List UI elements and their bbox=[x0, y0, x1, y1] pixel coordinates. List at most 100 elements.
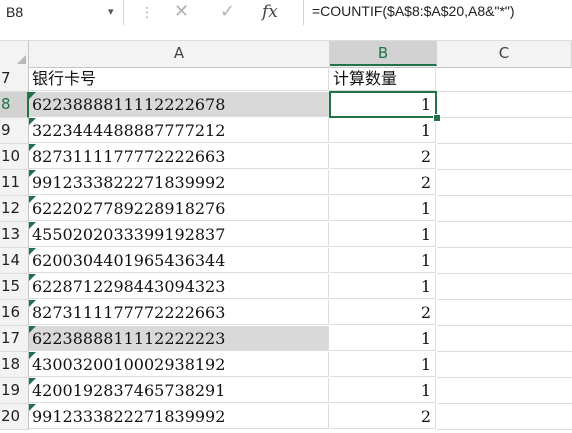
row-number[interactable]: 7 bbox=[1, 66, 11, 91]
cell-a[interactable]: 8273111177772222663 bbox=[29, 144, 329, 169]
cell-b-text[interactable]: 1 bbox=[421, 381, 431, 400]
row-header[interactable]: 18 bbox=[0, 352, 29, 378]
cell-a-text[interactable]: 9912333822271839992 bbox=[32, 173, 225, 192]
cell-a[interactable]: 8273111177772222663 bbox=[29, 300, 329, 325]
cell-b[interactable]: 计算数量 bbox=[330, 66, 436, 91]
row-number[interactable]: 17 bbox=[1, 326, 20, 351]
row-header[interactable]: 20 bbox=[0, 404, 29, 430]
row-number[interactable]: 16 bbox=[1, 300, 20, 325]
cell-c[interactable] bbox=[437, 300, 572, 326]
cell-c[interactable] bbox=[437, 170, 572, 196]
row-number[interactable]: 12 bbox=[1, 196, 20, 221]
cell-b[interactable]: 1 bbox=[330, 326, 436, 351]
cell-b-text[interactable]: 1 bbox=[421, 329, 431, 348]
select-all-button[interactable] bbox=[0, 41, 29, 66]
cell-a[interactable]: 4200192837465738291 bbox=[29, 378, 329, 403]
cell-b-text[interactable]: 2 bbox=[421, 407, 431, 426]
cell-c[interactable] bbox=[437, 92, 572, 118]
cell-b-text[interactable]: 1 bbox=[421, 199, 431, 218]
name-box[interactable]: B8 ▾ bbox=[0, 0, 124, 25]
row-number[interactable]: 8 bbox=[1, 92, 11, 117]
cell-c[interactable] bbox=[437, 378, 572, 404]
cell-a[interactable]: 4550202033399192837 bbox=[29, 222, 329, 247]
cell-b-text[interactable]: 计算数量 bbox=[333, 69, 397, 88]
cell-b-text[interactable]: 2 bbox=[421, 173, 431, 192]
row-header[interactable]: 8 bbox=[0, 92, 29, 118]
row-header[interactable]: 10 bbox=[0, 144, 29, 170]
cell-b-text[interactable]: 1 bbox=[421, 121, 431, 140]
drag-handle-icon[interactable]: ⋮ bbox=[140, 4, 154, 21]
cell-a[interactable]: 6222027789228918276 bbox=[29, 196, 329, 221]
cell-a-text[interactable]: 9912333822271839992 bbox=[32, 407, 225, 426]
cell-c[interactable] bbox=[437, 118, 572, 144]
column-header-c[interactable]: C bbox=[437, 41, 572, 66]
cell-c[interactable] bbox=[437, 326, 572, 352]
row-number[interactable]: 13 bbox=[1, 222, 20, 247]
cell-b[interactable]: 2 bbox=[330, 144, 436, 169]
row-header[interactable]: 17 bbox=[0, 326, 29, 352]
row-number[interactable]: 11 bbox=[1, 170, 20, 195]
cell-b[interactable]: 1 bbox=[330, 196, 436, 221]
row-number[interactable]: 20 bbox=[1, 404, 20, 429]
column-header-a[interactable]: A bbox=[29, 41, 330, 66]
cancel-icon[interactable]: ✕ bbox=[174, 1, 189, 22]
cell-b[interactable]: 1 bbox=[330, 378, 436, 403]
formula-text[interactable]: =COUNTIF($A$8:$A$20,A8&"*") bbox=[312, 3, 515, 19]
cell-b[interactable]: 2 bbox=[330, 300, 436, 325]
cell-a-text[interactable]: 6200304401965436344 bbox=[32, 251, 225, 270]
cell-b[interactable]: 2 bbox=[330, 170, 436, 195]
row-header[interactable]: 12 bbox=[0, 196, 29, 222]
cell-a-text[interactable]: 4200192837465738291 bbox=[32, 381, 225, 400]
cell-a[interactable]: 9912333822271839992 bbox=[29, 170, 329, 195]
cell-b-text[interactable]: 2 bbox=[421, 147, 431, 166]
row-number[interactable]: 14 bbox=[1, 248, 20, 273]
row-number[interactable]: 18 bbox=[1, 352, 20, 377]
row-header[interactable]: 11 bbox=[0, 170, 29, 196]
cell-b[interactable]: 1 bbox=[330, 92, 436, 117]
cell-c[interactable] bbox=[437, 196, 572, 222]
cell-c[interactable] bbox=[437, 274, 572, 300]
fill-handle[interactable] bbox=[433, 114, 441, 122]
cell-a-text[interactable]: 4300320010002938192 bbox=[32, 355, 225, 374]
cell-c[interactable] bbox=[437, 352, 572, 378]
cell-a[interactable]: 6223888811112222678 bbox=[29, 92, 329, 117]
cell-b-text[interactable]: 1 bbox=[421, 225, 431, 244]
cell-a-text[interactable]: 银行卡号 bbox=[32, 69, 96, 88]
name-box-value[interactable]: B8 bbox=[6, 4, 23, 20]
cell-b[interactable]: 1 bbox=[330, 118, 436, 143]
enter-icon[interactable]: ✓ bbox=[220, 1, 235, 22]
cell-a[interactable]: 6223888811112222223 bbox=[29, 326, 329, 351]
row-header[interactable]: 19 bbox=[0, 378, 29, 404]
cell-a-text[interactable]: 6223888811112222678 bbox=[32, 95, 225, 114]
row-number[interactable]: 15 bbox=[1, 274, 20, 299]
cell-b[interactable]: 1 bbox=[330, 248, 436, 273]
cell-b-text[interactable]: 1 bbox=[421, 95, 431, 114]
row-number[interactable]: 19 bbox=[1, 378, 20, 403]
row-number[interactable]: 9 bbox=[1, 118, 11, 143]
cell-b[interactable]: 1 bbox=[330, 222, 436, 247]
cell-a[interactable]: 6200304401965436344 bbox=[29, 248, 329, 273]
cell-c[interactable] bbox=[437, 222, 572, 248]
cell-a[interactable]: 4300320010002938192 bbox=[29, 352, 329, 377]
row-header[interactable]: 15 bbox=[0, 274, 29, 300]
row-header[interactable]: 14 bbox=[0, 248, 29, 274]
cell-a[interactable]: 9912333822271839992 bbox=[29, 404, 329, 429]
cell-a[interactable]: 银行卡号 bbox=[29, 66, 329, 91]
cell-a[interactable]: 3223444488887777212 bbox=[29, 118, 329, 143]
cell-b-text[interactable]: 2 bbox=[421, 303, 431, 322]
cell-b[interactable]: 1 bbox=[330, 352, 436, 377]
cell-b-text[interactable]: 1 bbox=[421, 355, 431, 374]
cell-a-text[interactable]: 6228712298443094323 bbox=[32, 277, 225, 296]
formula-input[interactable]: =COUNTIF($A$8:$A$20,A8&"*") bbox=[303, 0, 572, 25]
cell-a-text[interactable]: 4550202033399192837 bbox=[32, 225, 225, 244]
cell-b[interactable]: 1 bbox=[330, 274, 436, 299]
cell-a-text[interactable]: 8273111177772222663 bbox=[32, 147, 225, 166]
insert-function-icon[interactable]: fx bbox=[262, 2, 278, 22]
cell-c[interactable] bbox=[437, 144, 572, 170]
cell-a-text[interactable]: 6223888811112222223 bbox=[32, 329, 225, 348]
cell-a-text[interactable]: 3223444488887777212 bbox=[32, 121, 225, 140]
cell-b-text[interactable]: 1 bbox=[421, 251, 431, 270]
chevron-down-icon[interactable]: ▾ bbox=[108, 5, 114, 18]
cell-b[interactable]: 2 bbox=[330, 404, 436, 429]
column-header-b[interactable]: B bbox=[330, 41, 437, 66]
